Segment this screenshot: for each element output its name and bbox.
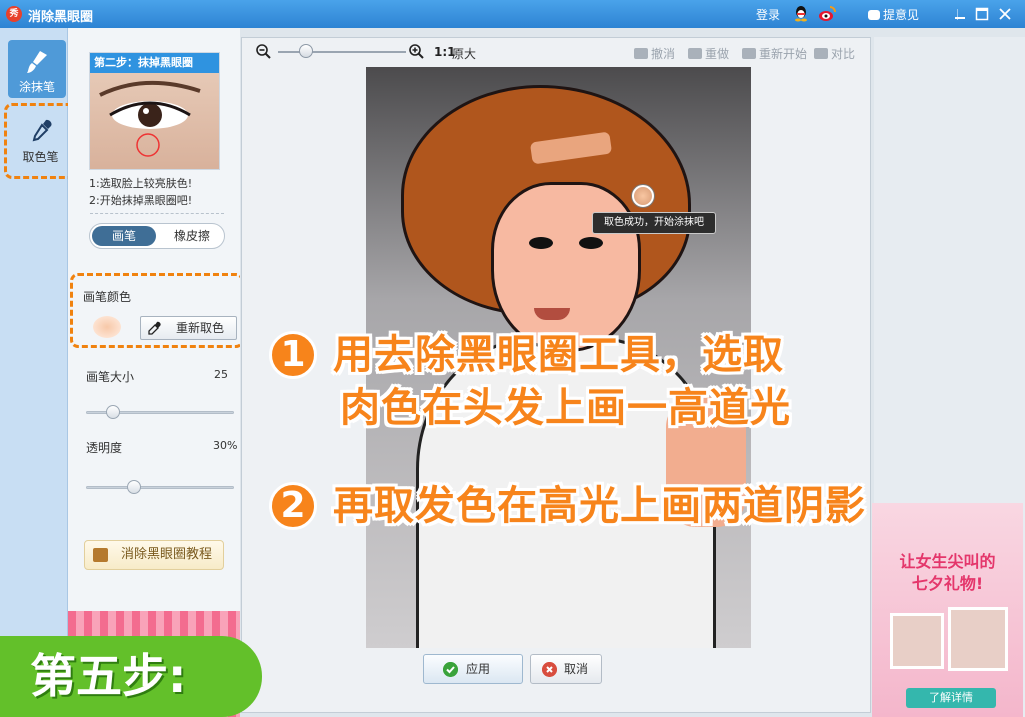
repick-color-label: 重新取色 (175, 321, 224, 335)
promo-line: 让女生尖叫的 (899, 552, 996, 571)
step-number-badge: 1 (269, 331, 317, 379)
tool-strip: 涂抹笔 取色笔 (0, 28, 77, 717)
promo-banner-right[interactable]: 让女生尖叫的 七夕礼物! 了解详情 (872, 503, 1023, 717)
zoom-in-icon[interactable] (409, 44, 424, 59)
chat-icon (868, 10, 880, 20)
cancel-icon (542, 662, 557, 677)
cancel-button[interactable]: 取消 (530, 654, 602, 684)
cancel-label: 取消 (563, 662, 588, 676)
zoom-slider[interactable] (278, 51, 406, 53)
eraser-mode-button[interactable]: 橡皮擦 (160, 226, 224, 246)
brush-mode-toggle: 画笔 橡皮擦 (89, 223, 225, 249)
promo-photo (890, 613, 944, 669)
options-panel: 第二步：抹掉黑眼圈 1:选取脸上较亮肤色! 2:开始抹掉黑眼圈吧! 画笔 橡皮擦… (68, 28, 244, 717)
smear-brush-tool[interactable]: 涂抹笔 (8, 40, 66, 98)
restart-button[interactable]: 重新开始 (742, 45, 807, 62)
title-bar: 秀 消除黑眼圈 登录 提意见 (0, 0, 1025, 28)
photo-face (491, 182, 641, 352)
eyedropper-icon (148, 321, 161, 335)
eye-illustration (99, 80, 201, 157)
book-icon (93, 548, 108, 562)
brush-size-label: 画笔大小 (86, 370, 135, 384)
weibo-icon[interactable] (818, 5, 836, 22)
opacity-label: 透明度 (86, 441, 123, 455)
close-icon (999, 8, 1011, 20)
tutorial-label: 消除黑眼圈教程 (120, 547, 212, 562)
check-icon (443, 662, 458, 677)
step-guide-card: 第二步：抹掉黑眼圈 (89, 52, 220, 170)
instruction-line: 用去除黑眼圈工具，选取 (333, 332, 784, 378)
eyedropper-icon (32, 119, 52, 142)
step-guide-title: 第二步：抹掉黑眼圈 (90, 53, 219, 73)
compare-label: 对比 (831, 47, 856, 61)
restart-label: 重新开始 (759, 47, 808, 61)
zoom-knob[interactable] (299, 44, 314, 58)
login-link[interactable]: 登录 (756, 6, 780, 23)
feedback-link[interactable]: 提意见 (868, 6, 919, 23)
instruction-line: 再取发色在高光上画两道阴影 (333, 483, 866, 529)
brush-cursor (632, 185, 654, 207)
brush-color-label: 画笔颜色 (83, 290, 132, 304)
tip-line: 2:开始抹掉黑眼圈吧! (89, 194, 193, 207)
minimize-button[interactable] (951, 5, 969, 23)
step-banner: 第五步: (0, 636, 262, 717)
opacity-knob[interactable] (127, 480, 142, 494)
compare-button[interactable]: 对比 (814, 45, 855, 62)
minimize-icon (955, 17, 965, 19)
redo-button[interactable]: 重做 (688, 45, 729, 62)
brush-size-slider[interactable] (86, 405, 234, 419)
brush-color-swatch (93, 316, 121, 338)
divider (90, 213, 224, 214)
promo-details-button[interactable]: 了解详情 (906, 688, 996, 708)
promo-headline: 让女生尖叫的 七夕礼物! (872, 551, 1023, 595)
close-button[interactable] (996, 5, 1014, 23)
apply-button[interactable]: 应用 (423, 654, 523, 684)
undo-icon (634, 48, 648, 59)
promo-line: 七夕礼物! (911, 574, 984, 593)
tips-list: 1:选取脸上较亮肤色! 2:开始抹掉黑眼圈吧! (89, 175, 192, 209)
brush-icon (27, 51, 47, 73)
promo-photo (948, 607, 1008, 671)
app-logo: 秀 (6, 6, 22, 22)
undo-label: 撤消 (651, 47, 676, 61)
undo-button[interactable]: 撤消 (634, 45, 675, 62)
opacity-slider[interactable] (86, 480, 234, 494)
restart-icon (742, 48, 756, 59)
brush-size-knob[interactable] (105, 405, 120, 419)
step-number-badge: 2 (269, 482, 317, 530)
smear-brush-label: 涂抹笔 (18, 80, 55, 94)
redo-label: 重做 (705, 47, 730, 61)
maximize-icon (975, 7, 989, 21)
canvas-toolbar: 1:1 原大 撤消 重做 重新开始 对比 (242, 38, 872, 68)
qq-icon[interactable] (793, 5, 809, 22)
feedback-label: 提意见 (883, 8, 920, 22)
tip-line: 1:选取脸上较亮肤色! (89, 177, 193, 190)
step-guide-image (90, 73, 219, 169)
zoom-original-button[interactable]: 原大 (452, 45, 476, 62)
compare-icon (814, 48, 828, 59)
window-title: 消除黑眼圈 (28, 10, 94, 25)
opacity-value: 30% (213, 439, 238, 452)
apply-label: 应用 (465, 662, 490, 676)
photo-eye (579, 237, 603, 249)
tutorial-button[interactable]: 消除黑眼圈教程 (84, 540, 224, 570)
color-picker-tool[interactable]: 取色笔 (4, 103, 77, 179)
instruction-line: 肉色在头发上画一高道光 (340, 385, 791, 431)
brush-color-section: 画笔颜色 重新取色 (70, 273, 244, 348)
color-picker-label: 取色笔 (22, 150, 59, 164)
brush-size-value: 25 (214, 368, 228, 381)
photo-eye (529, 237, 553, 249)
maximize-button[interactable] (973, 5, 991, 23)
redo-icon (688, 48, 702, 59)
zoom-out-icon[interactable] (256, 44, 271, 59)
canvas-tooltip: 取色成功，开始涂抹吧 (592, 212, 716, 234)
repick-color-button[interactable]: 重新取色 (140, 316, 237, 340)
brush-mode-button[interactable]: 画笔 (92, 226, 156, 246)
